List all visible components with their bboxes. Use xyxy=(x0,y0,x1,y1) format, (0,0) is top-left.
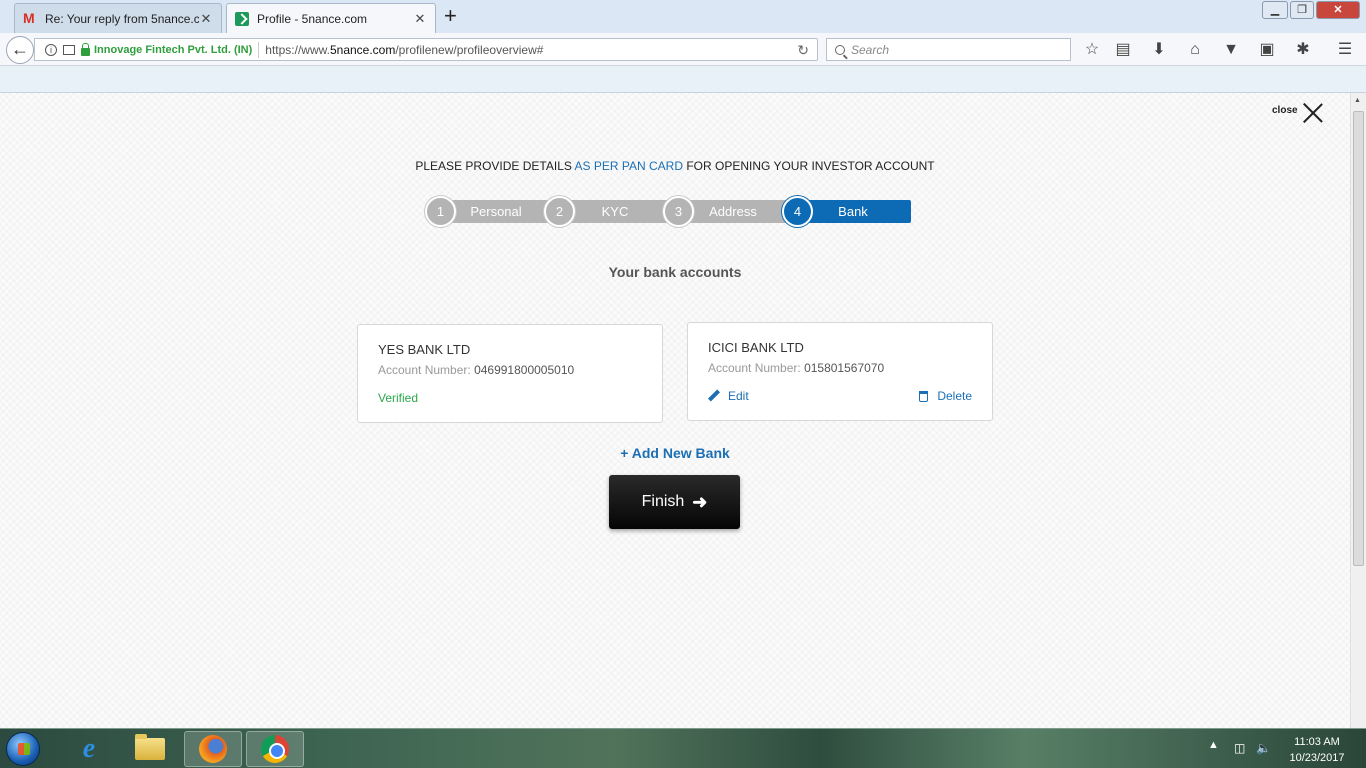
network-icon[interactable]: ◫ xyxy=(1234,741,1248,755)
step-2-circle[interactable]: 2 xyxy=(544,196,575,227)
reload-icon[interactable]: ↻ xyxy=(797,42,809,59)
close-label[interactable]: close xyxy=(1272,105,1298,116)
finish-button[interactable]: Finish ➜ xyxy=(609,475,740,529)
account-number-row: Account Number: 015801567070 xyxy=(708,361,885,375)
step-3-circle[interactable]: 3 xyxy=(663,196,694,227)
clock-time: 11:03 AM xyxy=(1294,736,1340,748)
step-1-circle[interactable]: 1 xyxy=(425,196,456,227)
progress-stepper: Personal KYC Address Bank 1 2 3 4 xyxy=(425,196,911,227)
notification-icon[interactable] xyxy=(63,44,75,55)
minimize-button[interactable]: ▁ xyxy=(1262,1,1288,19)
pocket-icon[interactable]: ▼ xyxy=(1221,40,1241,60)
taskbar-chrome[interactable] xyxy=(246,731,304,767)
step-4-circle[interactable]: 4 xyxy=(782,196,813,227)
account-number-row: Account Number: 046991800005010 xyxy=(378,363,575,377)
windows-taskbar: e ▲ ◫ 🔈 11:03 AM 10/23/2017 xyxy=(0,728,1366,768)
download-icon[interactable]: ⬇ xyxy=(1149,40,1169,60)
step-label-bank[interactable]: Bank xyxy=(813,200,893,223)
chrome-icon xyxy=(261,735,289,763)
bank-card-yes: YES BANK LTD Account Number: 04699180000… xyxy=(357,324,663,423)
taskbar-explorer[interactable] xyxy=(121,731,179,767)
delete-label: Delete xyxy=(937,389,972,403)
site-favicon-icon xyxy=(235,11,249,26)
instruction-text: PLEASE PROVIDE DETAILS AS PER PAN CARD F… xyxy=(415,159,935,173)
step-label-address[interactable]: Address xyxy=(693,200,773,223)
new-tab-button[interactable]: + xyxy=(444,5,457,27)
step-label-kyc[interactable]: KYC xyxy=(575,200,655,223)
pencil-icon xyxy=(708,390,720,402)
firefox-icon xyxy=(199,735,227,763)
account-number: 046991800005010 xyxy=(474,363,575,377)
tab-close-icon[interactable]: ✕ xyxy=(413,11,427,27)
window-close-button[interactable]: ✕ xyxy=(1316,1,1360,19)
extension-icon[interactable]: ▣ xyxy=(1257,40,1277,60)
bank-name: YES BANK LTD xyxy=(378,342,471,357)
tab-title: Re: Your reply from 5nance.c xyxy=(45,11,199,26)
tray-expand-icon[interactable]: ▲ xyxy=(1208,739,1219,751)
lock-icon xyxy=(81,42,90,56)
edit-label: Edit xyxy=(728,389,749,403)
add-new-bank-link[interactable]: + Add New Bank xyxy=(0,445,1350,461)
scroll-thumb[interactable] xyxy=(1353,111,1364,566)
tab-profile[interactable]: Profile - 5nance.com ✕ xyxy=(226,3,436,33)
search-placeholder: Search xyxy=(851,42,890,57)
browser-nav-bar: ← i Innovage Fintech Pvt. Ltd. (IN) http… xyxy=(0,33,1366,66)
url-text[interactable]: https://www.5nance.com/profilenew/profil… xyxy=(265,43,543,57)
search-icon xyxy=(835,44,845,55)
back-button[interactable]: ← xyxy=(6,36,34,64)
bank-card-icici: ICICI BANK LTD Account Number: 015801567… xyxy=(687,322,993,421)
volume-icon[interactable]: 🔈 xyxy=(1256,741,1271,755)
maximize-button[interactable]: ❐ xyxy=(1290,1,1314,19)
delete-bank-button[interactable]: Delete xyxy=(919,389,972,403)
taskbar-firefox[interactable] xyxy=(184,731,242,767)
browser-tab-strip: Re: Your reply from 5nance.c ✕ Profile -… xyxy=(0,0,1366,33)
pan-card-highlight: AS PER PAN CARD xyxy=(574,159,684,173)
step-label-personal[interactable]: Personal xyxy=(455,200,537,223)
addon-icon[interactable]: ✱ xyxy=(1293,40,1313,60)
finish-label: Finish xyxy=(641,493,685,510)
verified-status: Verified xyxy=(378,391,419,405)
profile-page: close PLEASE PROVIDE DETAILS AS PER PAN … xyxy=(0,93,1350,728)
section-title: Your bank accounts xyxy=(608,264,742,280)
home-icon[interactable]: ⌂ xyxy=(1185,40,1205,60)
search-box[interactable]: Search xyxy=(826,38,1071,61)
start-button[interactable] xyxy=(6,732,40,766)
taskbar-ie[interactable]: e xyxy=(60,731,118,767)
info-icon[interactable]: i xyxy=(45,43,57,56)
arrow-right-icon: ➜ xyxy=(692,491,708,512)
close-icon[interactable] xyxy=(1302,102,1324,124)
menu-icon[interactable]: ☰ xyxy=(1335,40,1355,60)
address-bar[interactable]: i Innovage Fintech Pvt. Ltd. (IN) https:… xyxy=(34,38,818,61)
clock-date: 10/23/2017 xyxy=(1289,752,1345,764)
scroll-up-icon[interactable]: ▲ xyxy=(1354,97,1361,104)
folder-icon xyxy=(135,734,165,760)
bookmark-star-icon[interactable]: ☆ xyxy=(1082,40,1102,60)
internet-explorer-icon: e xyxy=(82,733,96,764)
account-number: 015801567070 xyxy=(804,361,885,375)
bank-name: ICICI BANK LTD xyxy=(708,340,804,355)
edit-bank-button[interactable]: Edit xyxy=(708,389,749,403)
tab-gmail[interactable]: Re: Your reply from 5nance.c ✕ xyxy=(14,3,222,33)
site-identity[interactable]: Innovage Fintech Pvt. Ltd. (IN) xyxy=(94,44,252,56)
reading-list-icon[interactable]: ▤ xyxy=(1113,40,1133,60)
gmail-icon xyxy=(23,10,37,26)
trash-icon xyxy=(919,390,929,402)
tab-title: Profile - 5nance.com xyxy=(257,11,368,26)
url-divider xyxy=(258,41,260,58)
page-scrollbar[interactable]: ▲ xyxy=(1350,93,1366,728)
system-clock[interactable]: 11:03 AM 10/23/2017 xyxy=(1280,734,1354,766)
tab-close-icon[interactable]: ✕ xyxy=(199,11,213,27)
bookmarks-toolbar xyxy=(0,66,1366,93)
